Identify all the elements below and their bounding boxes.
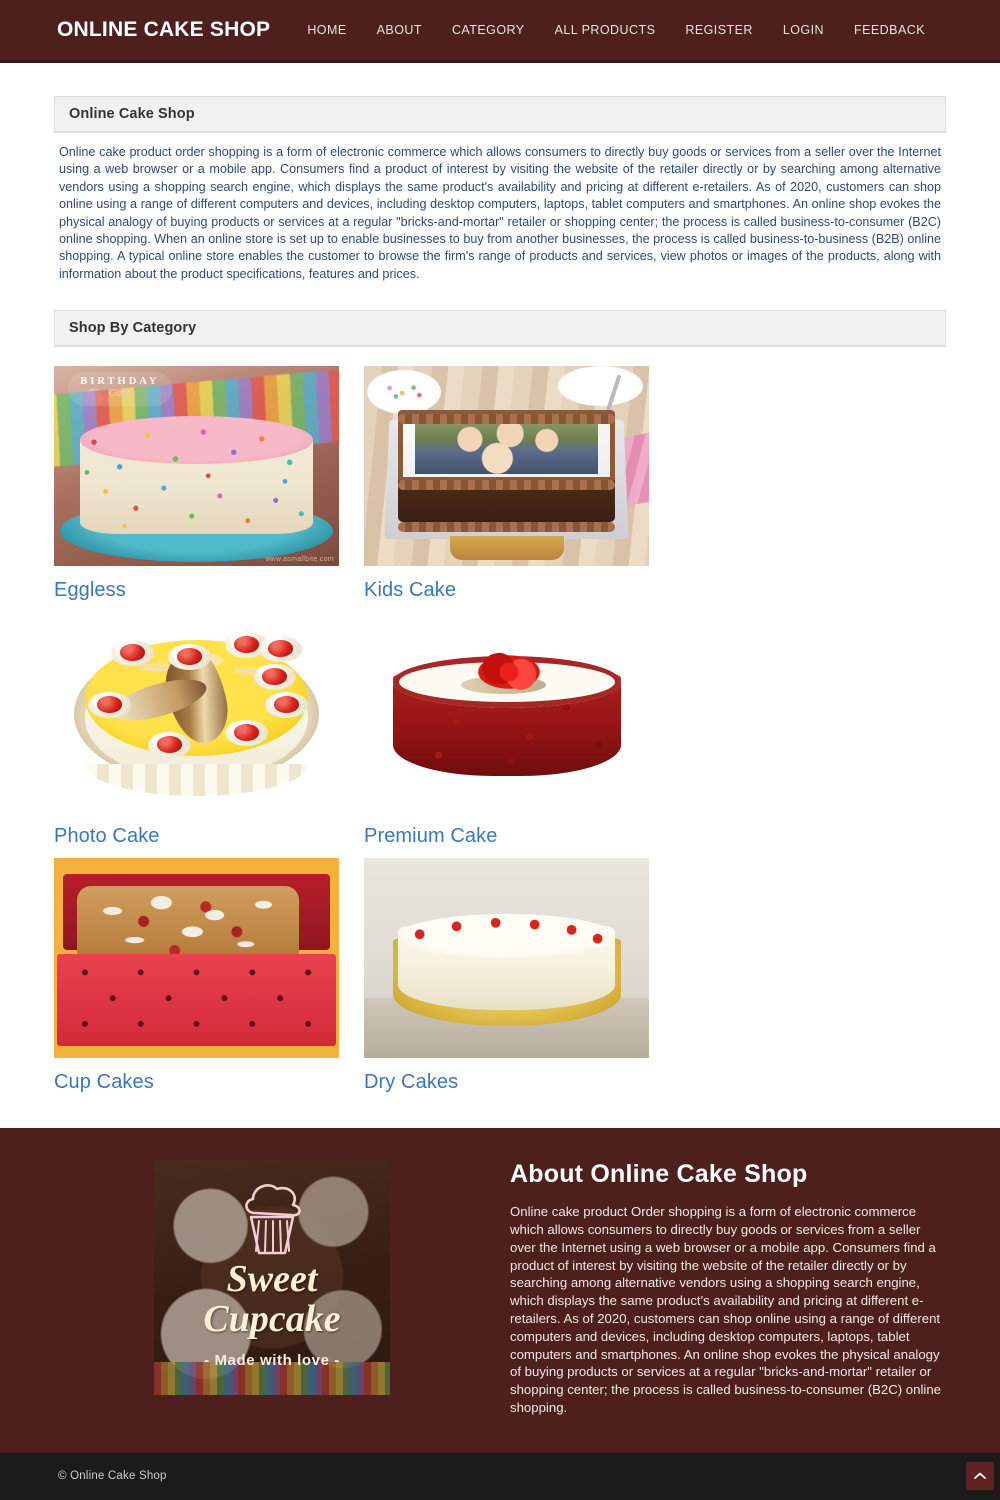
category-link-photo-cake[interactable]: Photo Cake: [54, 825, 364, 848]
promo-title-line1: Sweet: [227, 1258, 318, 1300]
promo-title: Sweet Cupcake: [154, 1259, 390, 1339]
category-grid: BIRTHDAY Cake www.asmallbite.com Eggless: [54, 366, 946, 1104]
nav-item-about[interactable]: ABOUT: [362, 13, 437, 47]
nav-item-register[interactable]: REGISTER: [670, 13, 768, 47]
category-image-kids-cake[interactable]: [364, 366, 649, 566]
site-footer: © Online Cake Shop: [0, 1453, 1000, 1500]
image-badge-line2: Cake: [80, 388, 159, 400]
cupcake-icon: [235, 1179, 309, 1257]
promo-title-line2: Cupcake: [203, 1298, 340, 1340]
decor-cake-stand: [450, 536, 564, 560]
decor-cherry: [225, 720, 268, 746]
category-image-premium-cake[interactable]: [364, 612, 649, 812]
category-link-kids-cake[interactable]: Kids Cake: [364, 579, 674, 602]
category-image-eggless[interactable]: BIRTHDAY Cake www.asmallbite.com: [54, 366, 339, 566]
site-header: ONLINE CAKE SHOP HOME ABOUT CATEGORY ALL…: [0, 0, 1000, 63]
decor-piping-bottom: [398, 522, 615, 532]
category-card-kids-cake: Kids Cake: [364, 366, 674, 602]
category-panel-title: Shop By Category: [69, 320, 931, 336]
decor-cherries-ring: [398, 914, 615, 958]
about-inner: Sweet Cupcake - Made with love - About O…: [54, 1160, 946, 1417]
decor-cherry: [265, 692, 308, 718]
category-card-photo-cake: Photo Cake: [54, 612, 364, 848]
category-link-dry-cakes[interactable]: Dry Cakes: [364, 1071, 674, 1094]
decor-polka-dot-box-front: [57, 954, 336, 1046]
intro-panel-body: Online cake product order shopping is a …: [54, 133, 946, 291]
nav-item-login[interactable]: LOGIN: [768, 13, 839, 47]
category-panel-heading: Shop By Category: [55, 311, 945, 346]
decor-sprinkle-plate: [367, 370, 441, 414]
intro-paragraph: Online cake product order shopping is a …: [58, 144, 942, 283]
about-paragraph: Online cake product Order shopping is a …: [510, 1203, 942, 1417]
nav-item-all-products[interactable]: ALL PRODUCTS: [540, 13, 671, 47]
category-link-premium-cake[interactable]: Premium Cake: [364, 825, 674, 848]
image-badge-line1: BIRTHDAY: [80, 376, 159, 387]
chevron-up-icon: [974, 1472, 986, 1480]
nav-item-feedback[interactable]: FEEDBACK: [839, 13, 940, 47]
spacer: [54, 291, 946, 310]
decor-cherry: [259, 636, 302, 662]
promo-tagline: - Made with love -: [154, 1352, 390, 1369]
image-badge: BIRTHDAY Cake: [68, 372, 171, 406]
category-card-cup-cakes: Cup Cakes: [54, 858, 364, 1094]
copyright-text: © Online Cake Shop: [58, 1470, 167, 1482]
category-card-eggless: BIRTHDAY Cake www.asmallbite.com Eggless: [54, 366, 364, 602]
intro-panel: Online Cake Shop: [54, 96, 946, 133]
decor-cherry: [148, 732, 191, 758]
decor-sprinkles: [80, 422, 314, 534]
decor-edible-family-photo: [415, 418, 597, 474]
about-copy: About Online Cake Shop Online cake produ…: [510, 1160, 942, 1417]
category-image-photo-cake[interactable]: [54, 612, 339, 812]
category-link-cup-cakes[interactable]: Cup Cakes: [54, 1071, 364, 1094]
promo-image-sweet-cupcake: Sweet Cupcake - Made with love -: [154, 1160, 390, 1395]
decor-cherry: [168, 644, 211, 670]
main-navigation: HOME ABOUT CATEGORY ALL PRODUCTS REGISTE…: [292, 13, 940, 47]
category-image-dry-cakes[interactable]: [364, 858, 649, 1058]
category-image-cup-cakes[interactable]: [54, 858, 339, 1058]
decor-cream-scallops: [85, 764, 307, 796]
category-card-dry-cakes: Dry Cakes: [364, 858, 674, 1094]
decor-cherry: [111, 640, 154, 666]
category-card-premium-cake: Premium Cake: [364, 612, 674, 848]
decor-side-plate: [558, 366, 644, 406]
content-container: Online Cake Shop Online cake product ord…: [54, 63, 946, 1104]
image-watermark: www.asmallbite.com: [265, 556, 334, 563]
scroll-to-top-button[interactable]: [966, 1462, 994, 1490]
decor-piping-top: [398, 414, 615, 424]
main-content: Online Cake Shop Online cake product ord…: [0, 63, 1000, 1104]
intro-panel-heading: Online Cake Shop: [55, 97, 945, 132]
category-link-eggless[interactable]: Eggless: [54, 579, 364, 602]
intro-panel-title: Online Cake Shop: [69, 106, 931, 122]
decor-piping-mid: [398, 480, 615, 490]
nav-item-home[interactable]: HOME: [292, 13, 361, 47]
nav-item-category[interactable]: CATEGORY: [437, 13, 540, 47]
site-logo[interactable]: ONLINE CAKE SHOP: [57, 18, 270, 42]
about-title: About Online Cake Shop: [510, 1160, 942, 1189]
category-panel: Shop By Category: [54, 310, 946, 347]
